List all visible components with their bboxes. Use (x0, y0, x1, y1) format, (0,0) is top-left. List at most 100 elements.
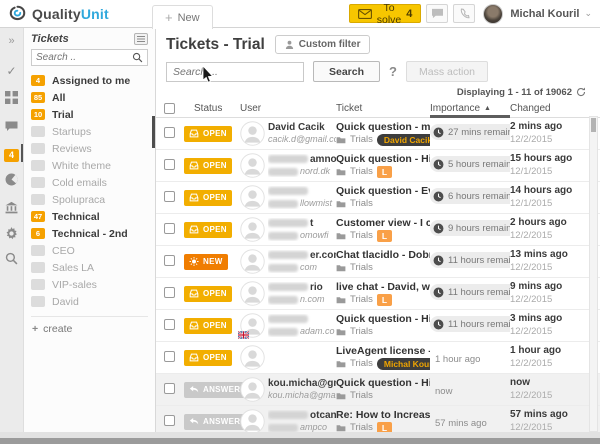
tickets-rail-badge[interactable]: 4 (0, 145, 23, 165)
status-badge[interactable]: OPEN (184, 126, 232, 142)
sidebar-item-technical-2nd[interactable]: 6Technical - 2nd (24, 225, 155, 242)
row-checkbox[interactable] (164, 127, 175, 138)
bank-icon[interactable] (0, 197, 23, 217)
ticket-cell[interactable]: Quick question - Hi MichaTrials (336, 313, 430, 338)
sidebar-item-technical[interactable]: 47Technical (24, 208, 155, 225)
row-checkbox[interactable] (164, 319, 175, 330)
list-options-icon[interactable] (134, 33, 148, 45)
ticket-cell[interactable]: LiveAgent license - ExpireTrialsMichal K… (336, 345, 430, 371)
ticket-row[interactable]: OPENrion.comlive chat - David, we will t… (156, 278, 600, 310)
reply-arrow-icon (189, 417, 199, 426)
status-badge[interactable]: OPEN (184, 286, 232, 302)
settings-gear-icon[interactable] (0, 223, 23, 243)
row-checkbox[interactable] (164, 255, 175, 266)
new-tab-button[interactable]: + New (152, 5, 213, 29)
importance-cell: 57 mins ago (430, 413, 510, 431)
ticket-row[interactable]: OPENadam.coQuick question - Hi MichaTria… (156, 310, 600, 342)
folder-icon (336, 424, 346, 432)
row-checkbox[interactable] (164, 415, 175, 426)
sidebar-item-vip-sales[interactable]: VIP-sales (24, 276, 155, 293)
ticket-row[interactable]: OPENDavid Cacikcacik.d@gmail.comQuick qu… (156, 118, 600, 150)
column-user[interactable]: User (240, 103, 336, 114)
phone-button[interactable] (453, 4, 475, 23)
sidebar-scrollbar-thumb[interactable] (152, 116, 155, 148)
ticket-cell[interactable]: Chat tlacidlo - Dobry denTrials (336, 249, 430, 274)
sidebar-item-spolupraca[interactable]: Spolupraca (24, 191, 155, 208)
user-avatar[interactable] (483, 4, 503, 24)
to-solve-button[interactable]: To solve4 (349, 4, 422, 23)
row-checkbox[interactable] (164, 223, 175, 234)
importance-cell: 11 hours remains (430, 316, 510, 335)
conversations-icon[interactable] (0, 116, 23, 136)
sidebar-item-assigned-to-me[interactable]: 4Assigned to me (24, 72, 155, 89)
ticket-cell[interactable]: Re: How to Increase ChatTrialsL (336, 409, 430, 432)
ticket-cell[interactable]: Quick question - Hi MichaTrials (336, 377, 430, 402)
chevron-down-icon[interactable]: ⌄ (584, 8, 592, 19)
user-name[interactable]: Michal Kouril (510, 8, 579, 20)
status-badge[interactable]: OPEN (184, 190, 232, 206)
column-ticket[interactable]: Ticket (336, 103, 430, 114)
ticket-row[interactable]: OPENllowmistQuick question - EverythiTri… (156, 182, 600, 214)
user-name: otcan (268, 410, 336, 423)
sidebar-item-white-theme[interactable]: White theme (24, 157, 155, 174)
column-importance[interactable]: Importance▲ (430, 101, 510, 118)
assignee-tag: Michal Kouril (377, 358, 430, 371)
row-checkbox[interactable] (164, 159, 175, 170)
status-badge[interactable]: NEW (184, 254, 228, 270)
changed-cell: 3 mins ago12/2/2015 (510, 313, 588, 337)
sidebar-item-cold-emails[interactable]: Cold emails (24, 174, 155, 191)
dashboard-icon[interactable] (0, 87, 23, 107)
ticket-cell[interactable]: Quick question - Hi, yes yTrialsL (336, 153, 430, 179)
row-checkbox[interactable] (164, 351, 175, 362)
department-label: Trials (350, 230, 373, 242)
ticket-search-input[interactable] (166, 62, 304, 82)
chat-button[interactable] (426, 4, 448, 23)
column-status[interactable]: Status (184, 103, 240, 114)
search-button[interactable]: Search (313, 61, 380, 82)
row-checkbox[interactable] (164, 287, 175, 298)
ticket-row[interactable]: ANSWEREDkou.micha@gmailkou.micha@gmail.c… (156, 374, 600, 406)
row-checkbox[interactable] (164, 383, 175, 394)
search-icon[interactable] (132, 52, 143, 63)
sidebar-item-reviews[interactable]: Reviews (24, 140, 155, 157)
status-badge[interactable]: OPEN (184, 350, 232, 366)
department-label: Trials (350, 294, 373, 306)
ticket-row[interactable]: OPENamnornord.dkQuick question - Hi, yes… (156, 150, 600, 182)
status-badge[interactable]: OPEN (184, 158, 232, 174)
check-icon[interactable]: ✓ (0, 61, 23, 81)
custom-filter-button[interactable]: Custom filter (275, 35, 371, 54)
row-checkbox[interactable] (164, 191, 175, 202)
sidebar-item-trial[interactable]: 10Trial (24, 106, 155, 123)
ticket-row[interactable]: OPEN LiveAgent license - ExpireTrialsMich… (156, 342, 600, 374)
column-changed[interactable]: Changed (510, 103, 588, 114)
user-name: t (268, 218, 336, 231)
sidebar-item-ceo[interactable]: CEO (24, 242, 155, 259)
select-all-checkbox[interactable] (164, 103, 175, 114)
sidebar-search-input[interactable] (36, 52, 126, 63)
table-scrollbar-thumb[interactable] (591, 118, 596, 132)
collapse-expand-icon[interactable]: » (0, 31, 23, 51)
ticket-cell[interactable]: Quick question - mne to rTrialsDavid Cac… (336, 121, 430, 147)
ticket-row[interactable]: OPENtomowfiCustomer view - I createdTria… (156, 214, 600, 246)
user-name: David Cacik (268, 122, 336, 135)
ticket-cell[interactable]: Quick question - EverythiTrials (336, 185, 430, 210)
sidebar-item-david[interactable]: David (24, 293, 155, 310)
ticket-cell[interactable]: live chat - David, we will tTrialsL (336, 281, 430, 307)
reports-icon[interactable] (0, 169, 23, 189)
changed-relative: 13 mins ago (510, 249, 588, 262)
clock-icon (433, 255, 444, 266)
ticket-cell[interactable]: Customer view - I createdTrialsL (336, 217, 430, 243)
help-icon[interactable]: ? (389, 64, 397, 79)
ticket-row[interactable]: ANSWEREDotcanampcoRe: How to Increase Ch… (156, 406, 600, 432)
sidebar-item-all[interactable]: 85All (24, 89, 155, 106)
status-badge[interactable]: OPEN (184, 318, 232, 334)
ticket-row[interactable]: NEWer.comcomChat tlacidlo - Dobry denTri… (156, 246, 600, 278)
sidebar-item-startups[interactable]: Startups (24, 123, 155, 140)
status-badge[interactable]: OPEN (184, 222, 232, 238)
table-scrollbar[interactable] (589, 116, 598, 432)
user-cell: kou.micha@gmailkou.micha@gmail.com (268, 378, 336, 402)
create-button[interactable]: + create (24, 317, 155, 341)
sidebar-item-sales-la[interactable]: Sales LA (24, 259, 155, 276)
refresh-icon[interactable] (576, 87, 586, 97)
search-rail-icon[interactable] (0, 248, 23, 268)
